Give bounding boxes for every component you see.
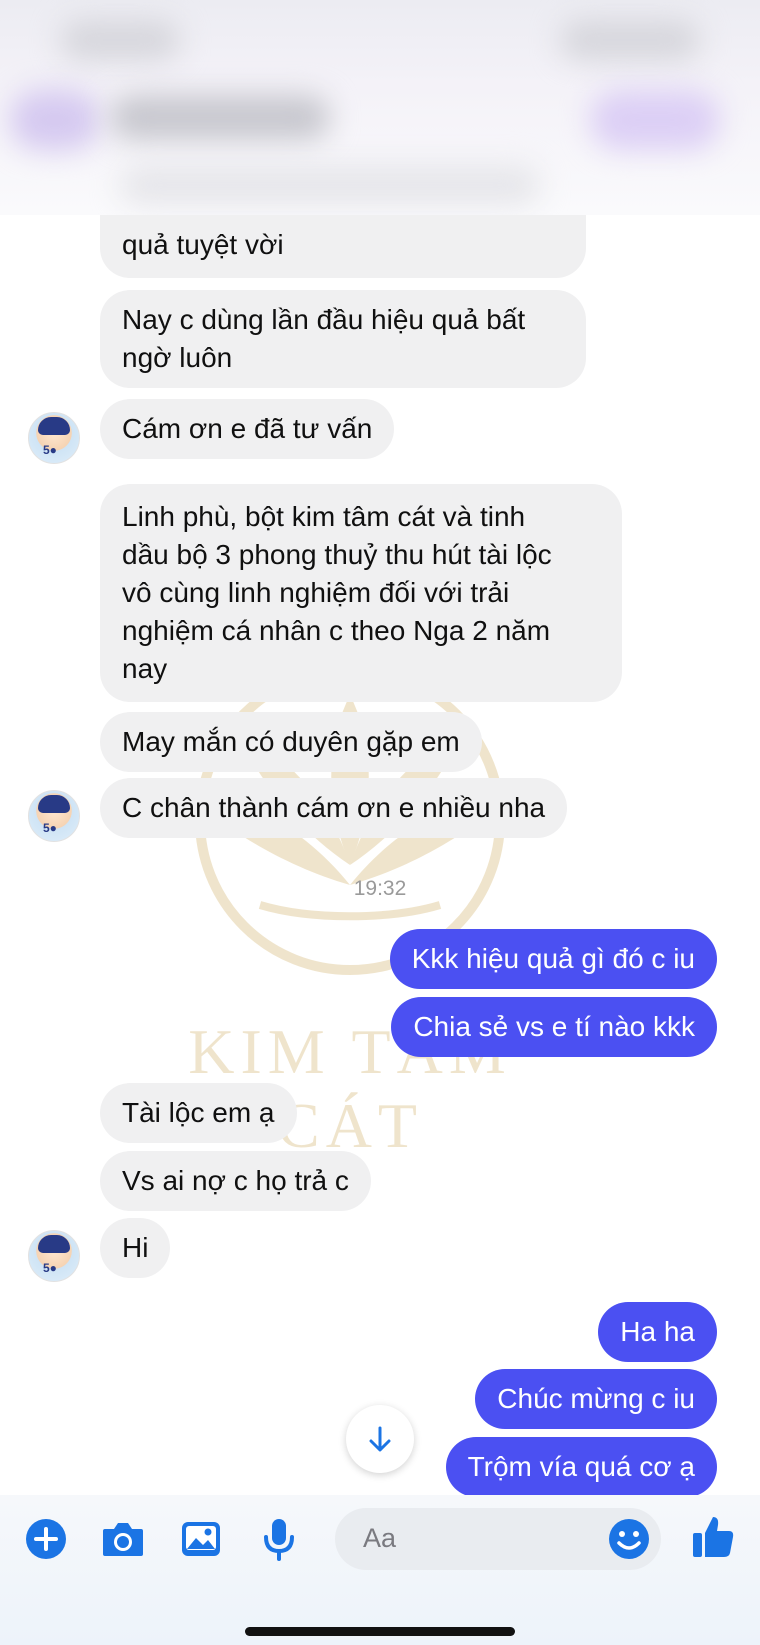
voice-button[interactable] xyxy=(256,1516,302,1562)
message-incoming[interactable]: Linh phù, bột kim tâm cát và tinh dầu bộ… xyxy=(100,484,622,702)
message-incoming[interactable]: quả tuyệt vời xyxy=(100,208,586,278)
message-text: May mắn có duyên gặp em xyxy=(122,726,460,757)
message-text: Ha ha xyxy=(620,1316,695,1347)
timestamp: 19:32 xyxy=(353,877,407,900)
message-text: Nay c dùng lần đầu hiệu quả bất xyxy=(122,304,526,335)
emoji-icon xyxy=(609,1519,649,1559)
camera-icon xyxy=(103,1523,143,1556)
message-text: Cám ơn e đã tư vấn xyxy=(122,413,373,444)
message-incoming[interactable]: C chân thành cám ơn e nhiều nha xyxy=(100,778,568,838)
scroll-to-bottom-button[interactable] xyxy=(346,1405,414,1473)
message-outgoing[interactable]: Chia sẻ vs e tí nào kkk xyxy=(391,997,717,1057)
message-text: Trộm vía quá cơ ạ xyxy=(467,1451,695,1482)
avatar[interactable]: 5● xyxy=(28,790,80,842)
message-text: nay xyxy=(122,653,168,684)
home-indicator xyxy=(245,1627,515,1636)
avatar[interactable]: 5● xyxy=(28,412,80,464)
camera-button[interactable] xyxy=(100,1516,146,1562)
message-incoming[interactable]: Vs ai nợ c họ trả c xyxy=(100,1151,371,1211)
message-incoming[interactable]: Tài lộc em ạ xyxy=(100,1083,297,1143)
message-text: Linh phù, bột kim tâm cát và tinh xyxy=(122,501,526,532)
message-text: Chia sẻ vs e tí nào kkk xyxy=(413,1011,695,1042)
emoji-button[interactable] xyxy=(606,1516,652,1562)
message-input-placeholder: Aa xyxy=(363,1523,397,1553)
message-incoming[interactable]: Cám ơn e đã tư vấn xyxy=(100,399,395,459)
message-text: C chân thành cám ơn e nhiều nha xyxy=(122,792,546,823)
image-icon xyxy=(182,1522,220,1556)
message-outgoing[interactable]: Chúc mừng c iu xyxy=(475,1369,717,1429)
plus-icon xyxy=(26,1519,66,1559)
message-text: Tài lộc em ạ xyxy=(122,1097,275,1128)
message-outgoing[interactable]: Trộm vía quá cơ ạ xyxy=(445,1437,717,1497)
message-outgoing[interactable]: Kkk hiệu quả gì đó c iu xyxy=(389,929,717,989)
message-text: Vs ai nợ c họ trả c xyxy=(122,1165,349,1196)
microphone-icon xyxy=(264,1519,294,1561)
message-text: vô cùng linh nghiệm đối với trải xyxy=(122,577,510,608)
thumbs-up-icon xyxy=(693,1517,734,1557)
message-outgoing[interactable]: Ha ha xyxy=(598,1302,717,1362)
chat-header xyxy=(0,0,760,215)
gallery-button[interactable] xyxy=(178,1516,224,1562)
message-incoming[interactable]: Nay c dùng lần đầu hiệu quả bất ngờ luôn xyxy=(100,290,586,388)
message-incoming[interactable]: May mắn có duyên gặp em xyxy=(100,712,482,772)
message-text: quả tuyệt vời xyxy=(122,229,284,260)
message-text: dầu bộ 3 phong thuỷ thu hút tài lộc xyxy=(122,539,552,570)
composer-bar: Aa xyxy=(0,1495,760,1645)
message-incoming[interactable]: Hi xyxy=(100,1218,171,1278)
message-text: ngờ luôn xyxy=(122,342,233,373)
message-text: Chúc mừng c iu xyxy=(497,1383,695,1414)
avatar[interactable]: 5● xyxy=(28,1230,80,1282)
message-text: nghiệm cá nhân c theo Nga 2 năm xyxy=(122,615,551,646)
message-text: Hi xyxy=(122,1232,149,1263)
message-text: Kkk hiệu quả gì đó c iu xyxy=(411,943,695,974)
like-button[interactable] xyxy=(690,1513,736,1559)
arrow-down-icon xyxy=(369,1426,391,1452)
add-button[interactable] xyxy=(23,1516,69,1562)
